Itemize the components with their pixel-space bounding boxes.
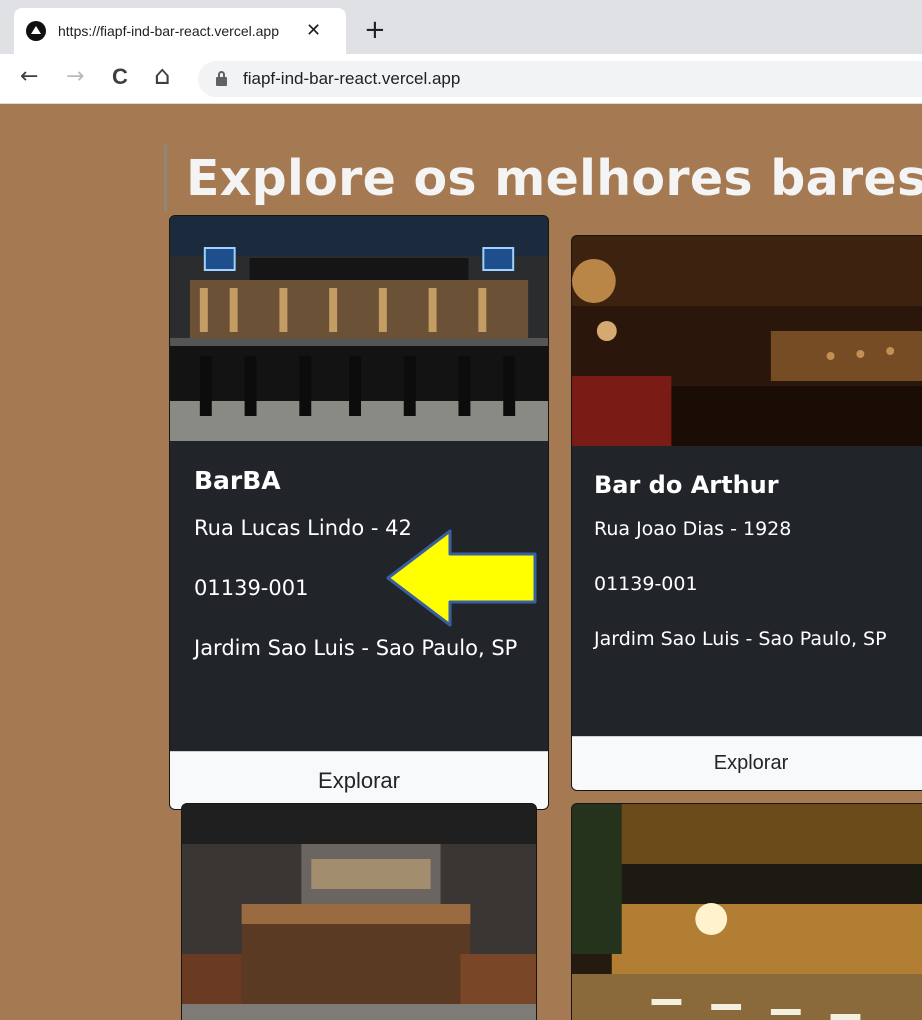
bar-photo bbox=[572, 236, 922, 446]
explorar-button[interactable]: Explorar bbox=[170, 751, 548, 809]
address-bar[interactable]: fiapf-ind-bar-react.vercel.app bbox=[198, 61, 922, 97]
bar-name: BarBA bbox=[194, 466, 281, 495]
bar-card-barba: BarBA Rua Lucas Lindo - 42 01139-001 Jar… bbox=[169, 215, 549, 810]
page-viewport: Explore os melhores bares: BarBA Rua Luc… bbox=[0, 105, 922, 1020]
browser-toolbar: ← → C ⌂ fiapf-ind-bar-react.vercel.app bbox=[0, 54, 922, 104]
bar-card-4 bbox=[571, 803, 922, 1020]
explorar-button[interactable]: Explorar bbox=[572, 736, 922, 790]
bar-photo bbox=[182, 804, 536, 1020]
new-tab-button[interactable]: + bbox=[364, 17, 386, 43]
bar-district: Jardim Sao Luis - Sao Paulo, SP bbox=[194, 636, 518, 660]
bar-district: Jardim Sao Luis - Sao Paulo, SP bbox=[594, 628, 887, 650]
home-icon[interactable]: ⌂ bbox=[154, 63, 171, 89]
bar-zip: 01139-001 bbox=[594, 573, 698, 595]
triangle-logo-icon bbox=[26, 21, 46, 41]
bar-street: Rua Joao Dias - 1928 bbox=[594, 518, 792, 540]
close-icon[interactable]: ✕ bbox=[306, 22, 321, 40]
bar-photo bbox=[170, 216, 548, 441]
tab-title: https://fiapf-ind-bar-react.vercel.app bbox=[58, 23, 279, 39]
reload-icon[interactable]: C bbox=[112, 66, 128, 88]
page-title: Explore os melhores bares: bbox=[186, 150, 922, 207]
browser-tab[interactable]: https://fiapf-ind-bar-react.vercel.app ✕ bbox=[14, 8, 346, 54]
back-icon[interactable]: ← bbox=[20, 66, 38, 88]
browser-tabstrip: https://fiapf-ind-bar-react.vercel.app ✕… bbox=[0, 0, 922, 54]
bar-street: Rua Lucas Lindo - 42 bbox=[194, 516, 412, 540]
heading-divider bbox=[164, 145, 167, 211]
bar-name: Bar do Arthur bbox=[594, 471, 779, 499]
url-text: fiapf-ind-bar-react.vercel.app bbox=[243, 69, 461, 88]
bar-zip: 01139-001 bbox=[194, 576, 309, 600]
arrow-left-icon bbox=[386, 529, 537, 627]
bar-card-3 bbox=[181, 803, 537, 1020]
lock-icon bbox=[216, 71, 227, 86]
bar-card-bar-do-arthur: Bar do Arthur Rua Joao Dias - 1928 01139… bbox=[571, 235, 922, 791]
bar-photo bbox=[572, 804, 922, 1020]
forward-icon[interactable]: → bbox=[66, 66, 84, 88]
